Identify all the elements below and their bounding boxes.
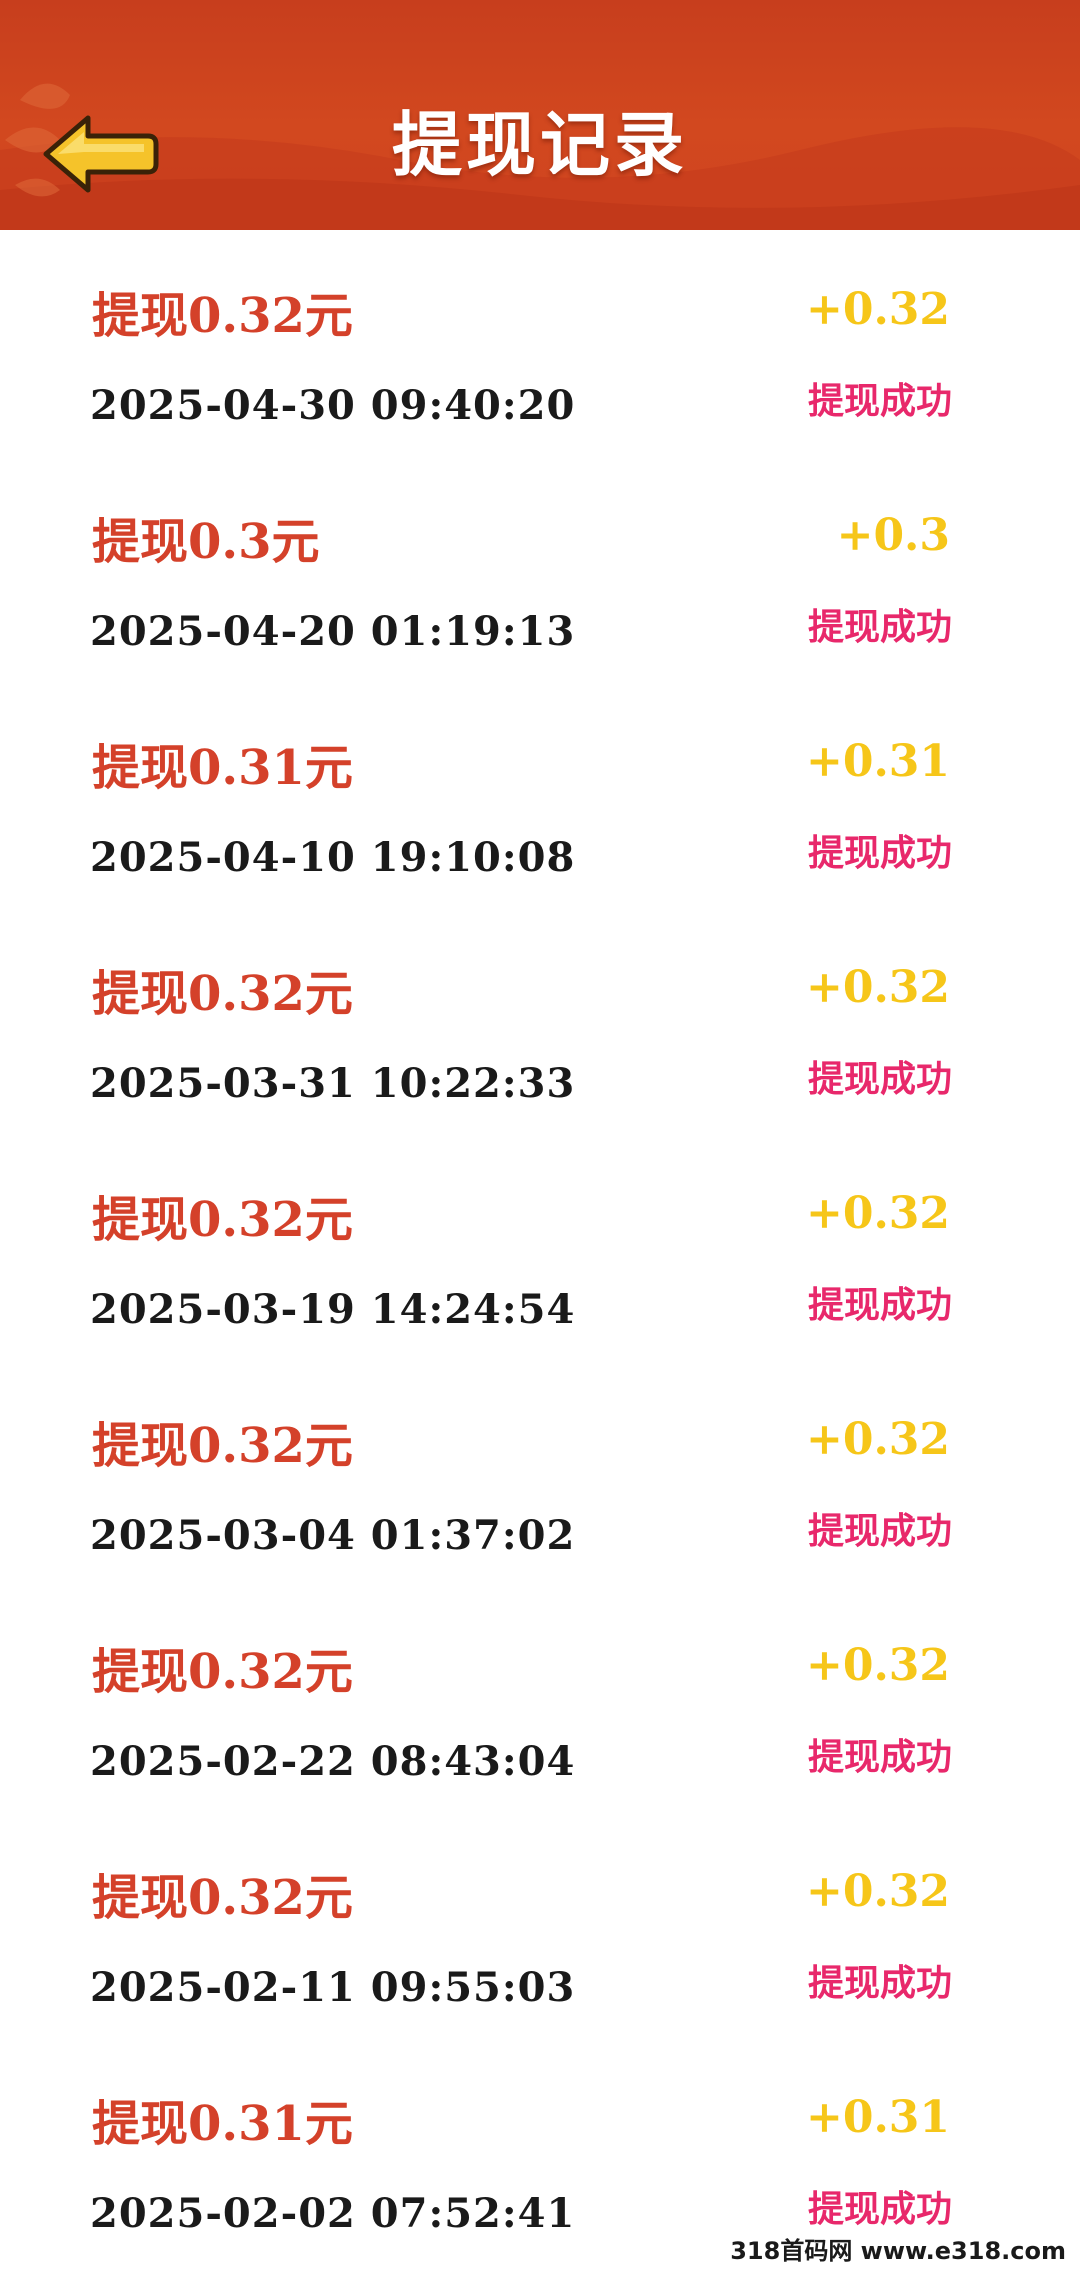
withdrawal-record-list: 提现0.32元 +0.32 2025-04-30 09:40:20 提现成功 提… [0, 230, 1080, 2264]
record-amount: +0.3 [836, 510, 950, 561]
record-status: 提现成功 [807, 607, 952, 648]
record-amount: +0.32 [805, 1188, 950, 1239]
record-amount: +0.32 [805, 1866, 950, 1917]
record-timestamp: 2025-03-19 14:24:54 [90, 1286, 576, 1333]
record-title: 提现0.32元 [92, 1644, 353, 1700]
record-timestamp: 2025-02-11 09:55:03 [90, 1964, 576, 2011]
record-title: 提现0.32元 [92, 1870, 353, 1926]
record-status: 提现成功 [807, 381, 952, 422]
page-title: 提现记录 [392, 104, 688, 186]
record-amount: +0.31 [805, 2092, 950, 2143]
record-status: 提现成功 [807, 1737, 952, 1778]
record-status: 提现成功 [807, 1963, 952, 2004]
record-timestamp: 2025-04-10 19:10:08 [90, 834, 576, 881]
record-timestamp: 2025-02-22 08:43:04 [90, 1738, 576, 1785]
list-item: 提现0.32元 +0.32 2025-03-31 10:22:33 提现成功 [0, 908, 1080, 1134]
record-title: 提现0.32元 [92, 288, 353, 344]
record-title: 提现0.31元 [92, 2096, 353, 2152]
record-amount: +0.31 [805, 736, 950, 787]
record-timestamp: 2025-02-02 07:52:41 [90, 2190, 576, 2237]
record-timestamp: 2025-04-20 01:19:13 [90, 608, 576, 655]
record-status: 提现成功 [807, 1285, 952, 1326]
record-title: 提现0.3元 [92, 514, 320, 570]
list-item: 提现0.32元 +0.32 2025-02-22 08:43:04 提现成功 [0, 1586, 1080, 1812]
record-title: 提现0.32元 [92, 966, 353, 1022]
record-amount: +0.32 [805, 1414, 950, 1465]
record-amount: +0.32 [805, 284, 950, 335]
header-bar: 提现记录 [0, 0, 1080, 230]
record-title: 提现0.32元 [92, 1192, 353, 1248]
record-timestamp: 2025-04-30 09:40:20 [90, 382, 576, 429]
list-item: 提现0.32元 +0.32 2025-04-30 09:40:20 提现成功 [0, 230, 1080, 456]
list-item: 提现0.31元 +0.31 2025-04-10 19:10:08 提现成功 [0, 682, 1080, 908]
list-item: 提现0.3元 +0.3 2025-04-20 01:19:13 提现成功 [0, 456, 1080, 682]
record-amount: +0.32 [805, 1640, 950, 1691]
record-title: 提现0.31元 [92, 740, 353, 796]
record-status: 提现成功 [807, 1511, 952, 1552]
list-item: 提现0.32元 +0.32 2025-03-04 01:37:02 提现成功 [0, 1360, 1080, 1586]
watermark: 318首码网 www.e318.com [724, 2229, 1072, 2268]
record-status: 提现成功 [807, 2189, 952, 2230]
record-timestamp: 2025-03-31 10:22:33 [90, 1060, 576, 1107]
record-status: 提现成功 [807, 833, 952, 874]
record-status: 提现成功 [807, 1059, 952, 1100]
list-item: 提现0.32元 +0.32 2025-02-11 09:55:03 提现成功 [0, 1812, 1080, 2038]
record-amount: +0.32 [805, 962, 950, 1013]
record-timestamp: 2025-03-04 01:37:02 [90, 1512, 576, 1559]
list-item: 提现0.32元 +0.32 2025-03-19 14:24:54 提现成功 [0, 1134, 1080, 1360]
record-title: 提现0.32元 [92, 1418, 353, 1474]
